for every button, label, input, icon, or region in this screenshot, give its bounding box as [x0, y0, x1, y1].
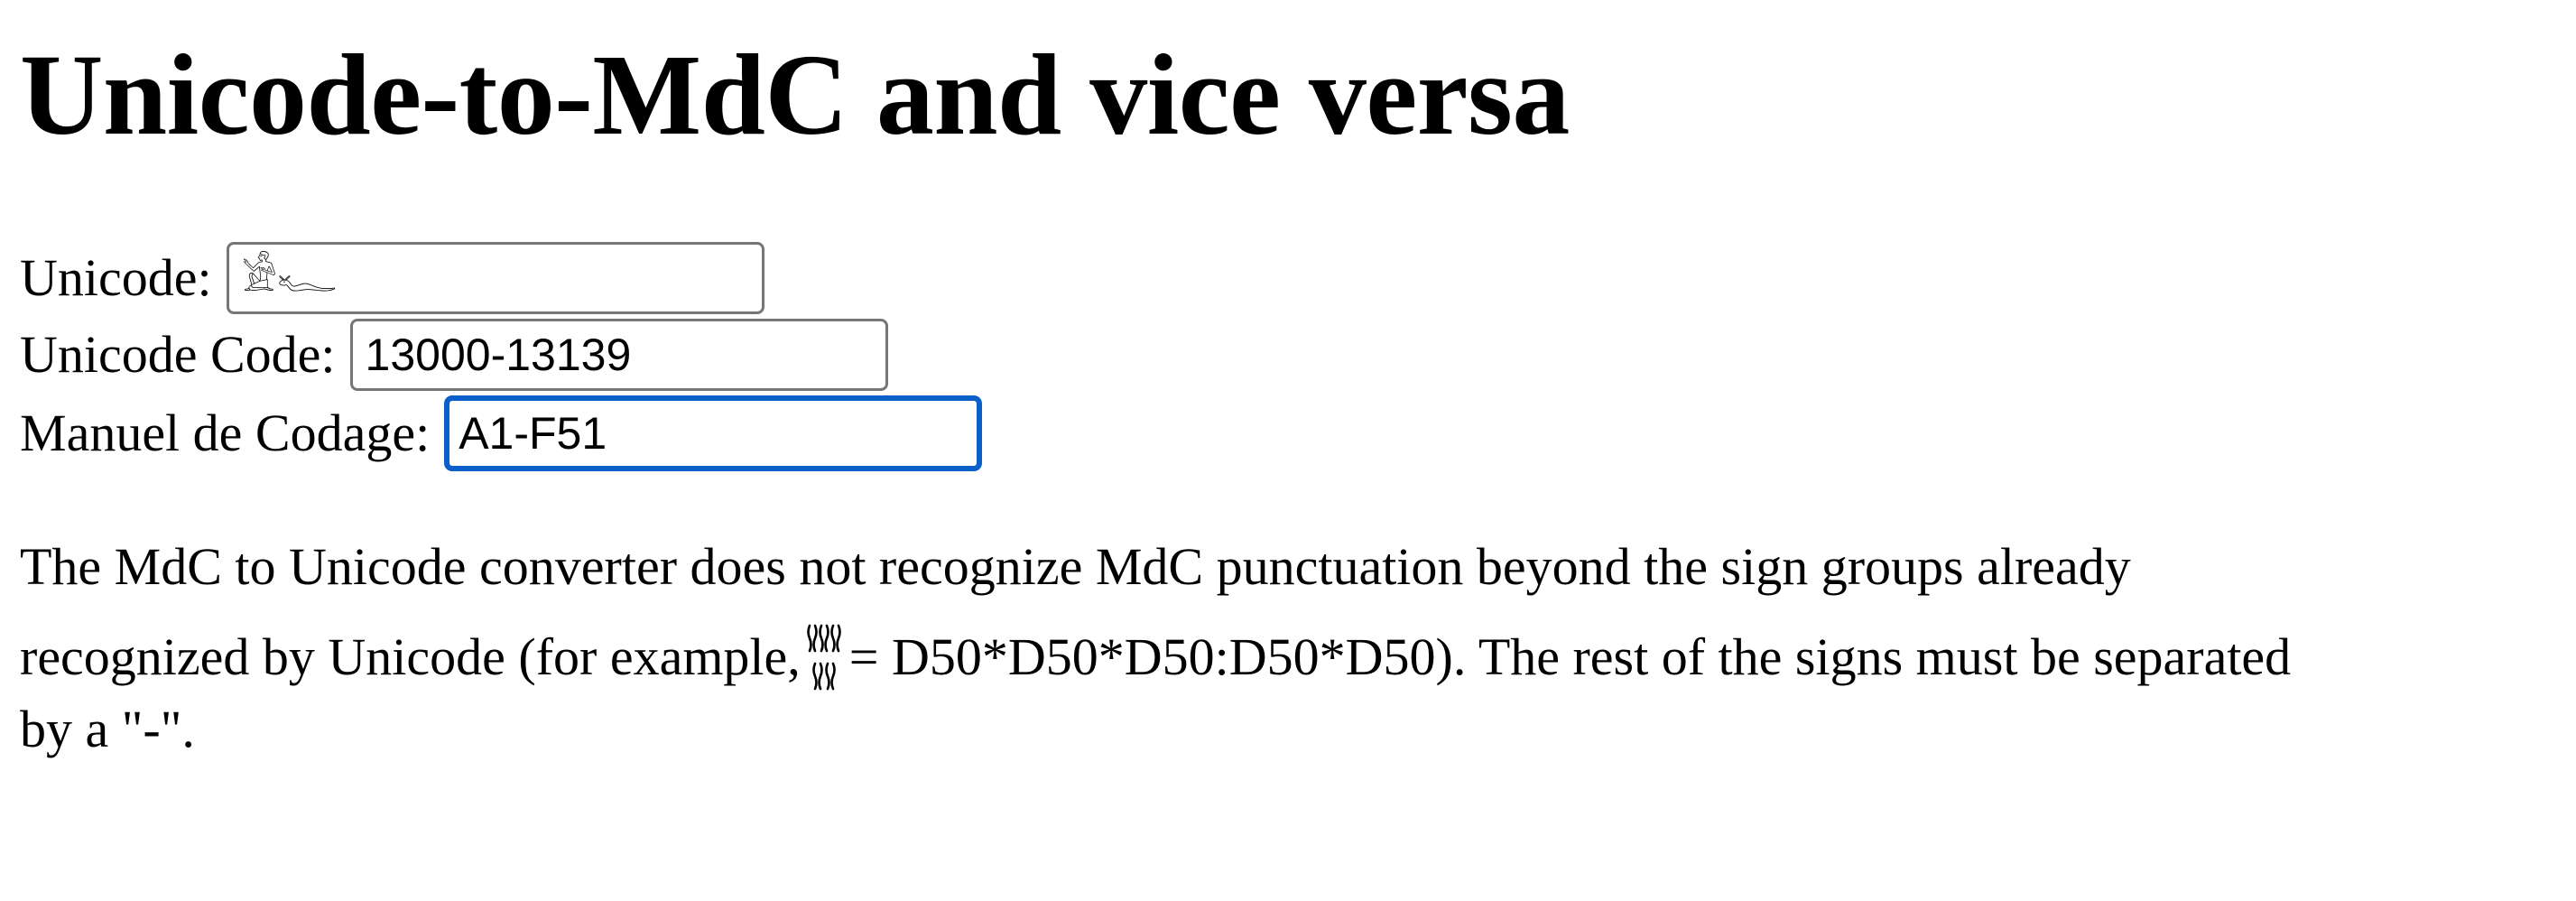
note-line-1: The MdC to Unicode converter does not re…: [20, 537, 2131, 596]
unicode-label: Unicode:: [20, 248, 212, 307]
unicode-code-label: Unicode Code:: [20, 325, 336, 384]
note-line-2-after: = D50*D50*D50:D50*D50). The rest of the …: [848, 627, 2292, 686]
unicode-code-input[interactable]: [349, 319, 888, 391]
unicode-input-value: 𓀀𓆑: [241, 255, 338, 301]
mdc-label: Manuel de Codage:: [20, 404, 431, 462]
converter-note: The MdC to Unicode converter does not re…: [20, 522, 2556, 757]
note-line-2: recognized by Unicode (for example, = D5…: [20, 612, 2556, 702]
note-line-3: by a "-".: [20, 700, 195, 758]
unicode-input[interactable]: 𓀀𓆑: [226, 242, 764, 314]
note-line-2-before: recognized by Unicode (for example,: [20, 627, 801, 686]
unicode-code-row: Unicode Code:: [20, 319, 888, 391]
page-title: Unicode-to-MdC and vice versa: [20, 31, 1570, 159]
mdc-row: Manuel de Codage:: [20, 395, 983, 471]
d50-sign-group-icon: [806, 624, 841, 690]
unicode-row: Unicode: 𓀀𓆑: [20, 242, 764, 314]
mdc-input[interactable]: [444, 395, 983, 471]
